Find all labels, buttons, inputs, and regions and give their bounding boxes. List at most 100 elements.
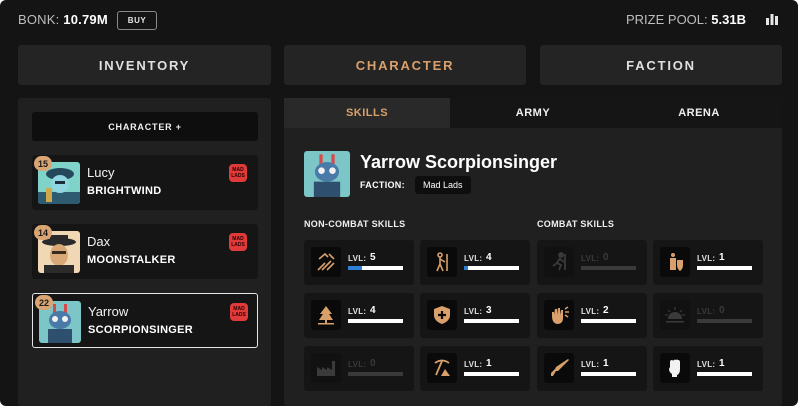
skill-running[interactable]: LVL: 0 bbox=[537, 240, 647, 285]
level-value: 4 bbox=[486, 252, 492, 263]
character-card-dax[interactable]: 14 Dax MOONSTALKER MAD LADS bbox=[32, 224, 258, 279]
xp-progress-fill bbox=[464, 266, 469, 270]
character-detail-panel: SKILLS ARMY ARENA Yarrow Scorpionsinger … bbox=[284, 98, 782, 406]
level-value: 0 bbox=[603, 252, 609, 263]
level-value: 2 bbox=[603, 305, 609, 316]
level-value: 0 bbox=[719, 305, 725, 316]
xp-progress-bar bbox=[581, 266, 636, 270]
level-value: 4 bbox=[370, 305, 376, 316]
tab-skills[interactable]: SKILLS bbox=[284, 98, 450, 128]
xp-progress-bar bbox=[697, 319, 752, 323]
xp-progress-bar bbox=[464, 319, 519, 323]
level-label: LVL: bbox=[348, 360, 367, 369]
xp-progress-bar bbox=[348, 266, 403, 270]
character-card-yarrow[interactable]: 22 Yarrow SCORPIONSINGER MAD LADS bbox=[32, 293, 258, 348]
skill-brawling[interactable]: LVL: 1 bbox=[653, 346, 763, 391]
faction-logo-icon: MAD LADS bbox=[229, 233, 247, 251]
level-label: LVL: bbox=[581, 254, 600, 263]
level-label: LVL: bbox=[464, 360, 483, 369]
bonk-value: 10.79M bbox=[63, 12, 108, 27]
skill-healing[interactable]: LVL: 3 bbox=[420, 293, 530, 338]
level-label: LVL: bbox=[464, 307, 483, 316]
tab-army[interactable]: ARMY bbox=[450, 98, 616, 128]
level-value: 1 bbox=[719, 358, 725, 369]
factory-icon bbox=[311, 353, 341, 383]
faction-logo-icon: MAD LADS bbox=[229, 164, 247, 182]
level-value: 0 bbox=[370, 358, 376, 369]
level-badge: 14 bbox=[34, 225, 52, 240]
faction-label: FACTION: bbox=[360, 180, 405, 190]
skill-magic[interactable]: LVL: 2 bbox=[537, 293, 647, 338]
level-label: LVL: bbox=[581, 360, 600, 369]
tab-faction[interactable]: FACTION bbox=[540, 45, 782, 85]
character-card-lucy[interactable]: 15 Lucy BRIGHTWIND MAD LADS bbox=[32, 155, 258, 210]
skill-marksman[interactable]: LVL: 1 bbox=[537, 346, 647, 391]
sunrise-icon bbox=[660, 300, 690, 330]
app-frame: BONK: 10.79M BUY PRIZE POOL: 5.31B INVEN… bbox=[0, 0, 798, 406]
tab-inventory[interactable]: INVENTORY bbox=[18, 45, 271, 85]
xp-progress-fill bbox=[348, 266, 362, 270]
level-label: LVL: bbox=[464, 254, 483, 263]
faction-badge-text: MAD LADS bbox=[231, 167, 245, 179]
skill-forestry[interactable]: LVL: 4 bbox=[304, 293, 414, 338]
forestry-icon bbox=[311, 300, 341, 330]
xp-progress-bar bbox=[348, 372, 403, 376]
level-label: LVL: bbox=[697, 360, 716, 369]
xp-progress-bar bbox=[464, 266, 519, 270]
bonk-balance: BONK: 10.79M bbox=[18, 12, 108, 27]
faction-value: Mad Lads bbox=[415, 176, 471, 194]
character-first-name: Lucy bbox=[87, 165, 115, 180]
bonk-label: BONK: bbox=[18, 12, 60, 27]
skill-mining[interactable]: LVL: 1 bbox=[420, 346, 530, 391]
mining-icon bbox=[427, 353, 457, 383]
running-icon bbox=[544, 247, 574, 277]
tab-character[interactable]: CHARACTER bbox=[284, 45, 526, 85]
character-first-name: Yarrow bbox=[88, 304, 129, 319]
non-combat-skills-title: NON-COMBAT SKILLS bbox=[304, 219, 406, 229]
level-label: LVL: bbox=[697, 254, 716, 263]
add-character-button[interactable]: CHARACTER + bbox=[32, 112, 258, 141]
faction-logo-icon: MAD LADS bbox=[230, 303, 248, 321]
prize-pool-label: PRIZE POOL: bbox=[626, 12, 708, 27]
skill-sunrise[interactable]: LVL: 0 bbox=[653, 293, 763, 338]
xp-progress-bar bbox=[464, 372, 519, 376]
level-value: 1 bbox=[719, 252, 725, 263]
prize-pool: PRIZE POOL: 5.31B bbox=[626, 12, 746, 27]
fishing-icon bbox=[427, 247, 457, 277]
prize-pool-value: 5.31B bbox=[711, 12, 746, 27]
xp-progress-bar bbox=[697, 266, 752, 270]
character-list-panel: CHARACTER + 15 Lucy BRIGHTWIND MAD LADS bbox=[18, 98, 271, 406]
buy-button[interactable]: BUY bbox=[117, 11, 157, 30]
hero-avatar bbox=[304, 151, 350, 197]
healing-icon bbox=[427, 300, 457, 330]
hero-name: Yarrow Scorpionsinger bbox=[360, 152, 558, 172]
character-first-name: Dax bbox=[87, 234, 111, 249]
skill-defense[interactable]: LVL: 1 bbox=[653, 240, 763, 285]
woodcutting-icon bbox=[311, 247, 341, 277]
xp-progress-bar bbox=[581, 372, 636, 376]
tab-arena[interactable]: ARENA bbox=[616, 98, 782, 128]
bar-chart-icon[interactable] bbox=[765, 12, 779, 26]
level-badge: 22 bbox=[35, 295, 53, 310]
xp-progress-bar bbox=[348, 319, 403, 323]
character-last-name: MOONSTALKER bbox=[87, 254, 176, 266]
level-badge: 15 bbox=[34, 156, 52, 171]
level-label: LVL: bbox=[348, 254, 367, 263]
level-label: LVL: bbox=[697, 307, 716, 316]
level-value: 3 bbox=[486, 305, 492, 316]
defense-icon bbox=[660, 247, 690, 277]
level-value: 1 bbox=[486, 358, 492, 369]
skill-fishing[interactable]: LVL: 4 bbox=[420, 240, 530, 285]
skill-factory[interactable]: LVL: 0 bbox=[304, 346, 414, 391]
level-value: 1 bbox=[603, 358, 609, 369]
character-last-name: BRIGHTWIND bbox=[87, 185, 162, 197]
rifle-icon bbox=[544, 353, 574, 383]
top-bar: BONK: 10.79M BUY PRIZE POOL: 5.31B bbox=[0, 0, 798, 40]
level-label: LVL: bbox=[581, 307, 600, 316]
skill-woodcutting[interactable]: LVL: 5 bbox=[304, 240, 414, 285]
combat-skills-title: COMBAT SKILLS bbox=[537, 219, 615, 229]
faction-badge-text: MAD LADS bbox=[231, 236, 245, 248]
faction-badge-text: MAD LADS bbox=[232, 306, 246, 318]
character-last-name: SCORPIONSINGER bbox=[88, 324, 194, 336]
magic-hand-icon bbox=[544, 300, 574, 330]
